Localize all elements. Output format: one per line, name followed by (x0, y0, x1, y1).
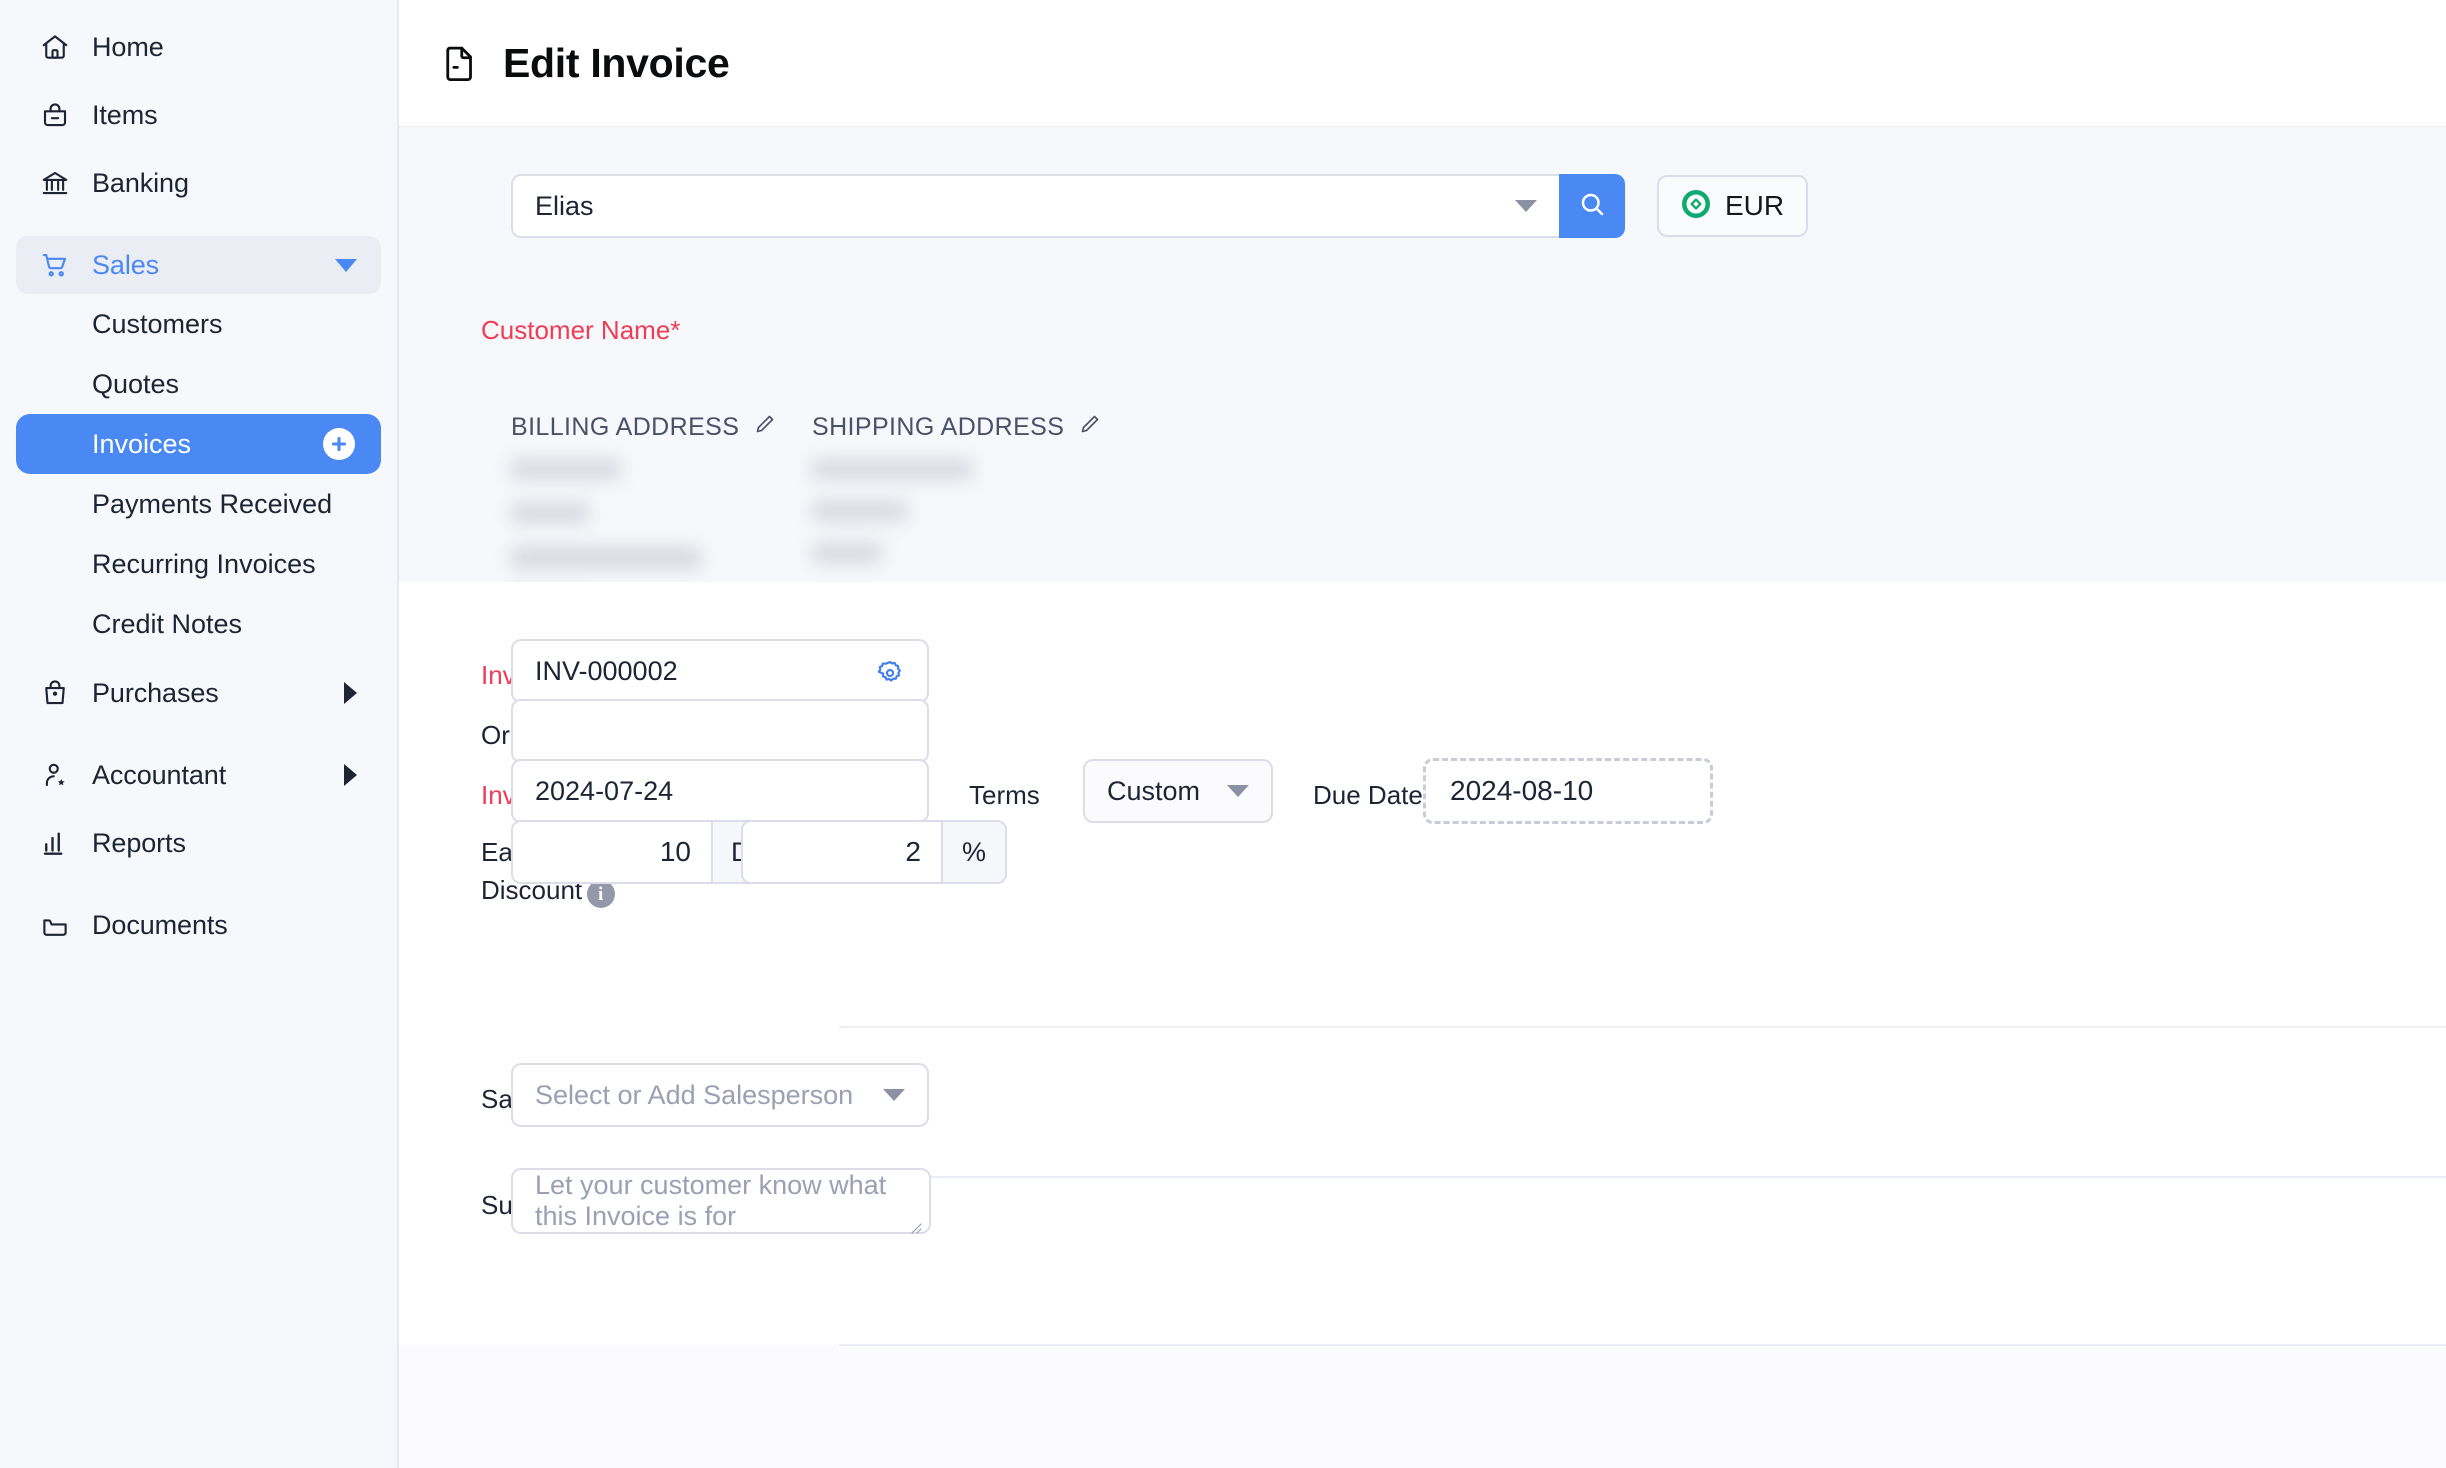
early-payment-percent-input[interactable]: 2 (743, 822, 941, 882)
early-payment-percent-value: 2 (905, 836, 921, 867)
sidebar-item-label: Quotes (92, 368, 180, 399)
chevron-right-icon[interactable] (344, 764, 357, 786)
early-payment-days-value: 10 (659, 836, 691, 867)
due-date-label: Due Date (1313, 780, 1423, 810)
sidebar-group-accountant[interactable]: Accountant (16, 746, 381, 804)
customer-name-label: Customer Name* (481, 315, 681, 345)
currency-icon (1681, 189, 1711, 224)
sidebar-item-quotes[interactable]: Quotes (16, 354, 381, 414)
currency-badge[interactable]: EUR (1657, 175, 1809, 237)
order-number-input[interactable] (511, 699, 929, 763)
customer-panel: Customer Name* Elias EUR BILLING ADDRESS… (399, 126, 2446, 613)
shipping-address-block: SHIPPING ADDRESS (812, 412, 1102, 563)
sidebar-item-label: Reports (92, 827, 186, 858)
sidebar: Home Items Banking Sales Customers Quote… (0, 0, 399, 1468)
sidebar-item-payments-received[interactable]: Payments Received (16, 474, 381, 534)
sidebar-group-purchases[interactable]: Purchases (16, 664, 381, 722)
app-root: Home Items Banking Sales Customers Quote… (0, 0, 2446, 1468)
reports-icon (38, 826, 72, 860)
info-icon[interactable]: i (586, 880, 615, 909)
sidebar-item-documents[interactable]: Documents (16, 896, 381, 954)
documents-icon (38, 908, 72, 942)
purchases-icon (38, 676, 72, 710)
subject-placeholder: Let your customer know what this Invoice… (535, 1170, 887, 1231)
sidebar-item-banking[interactable]: Banking (16, 154, 381, 212)
chevron-down-icon[interactable] (335, 258, 357, 272)
early-payment-percent-suffix: % (941, 822, 1005, 882)
page-header: Edit Invoice (399, 0, 2446, 126)
sidebar-item-label: Invoices (92, 428, 192, 459)
section-divider (839, 1026, 2446, 1028)
sidebar-group-label: Sales (92, 249, 160, 280)
invoice-details-panel: Invoice#* INV-000002 Order Number (399, 582, 2446, 1468)
customer-name-value: Elias (535, 190, 594, 221)
terms-label: Terms (969, 780, 1040, 810)
invoice-number-input[interactable]: INV-000002 (511, 639, 929, 703)
sidebar-item-label: Credit Notes (92, 608, 243, 639)
gear-icon[interactable] (875, 658, 905, 695)
sidebar-item-credit-notes[interactable]: Credit Notes (16, 594, 381, 654)
sidebar-item-label: Documents (92, 909, 228, 940)
terms-select[interactable]: Custom (1083, 759, 1273, 823)
customer-name-input[interactable]: Elias (511, 174, 1559, 238)
accountant-icon (38, 758, 72, 792)
chevron-down-icon[interactable] (1515, 200, 1537, 212)
invoice-number-value: INV-000002 (535, 655, 678, 686)
customer-name-row: Elias EUR (511, 174, 1809, 238)
shipping-address-header: SHIPPING ADDRESS (812, 412, 1102, 443)
section-divider (839, 1176, 2446, 1178)
currency-code: EUR (1725, 190, 1785, 221)
invoice-date-input[interactable]: 2024-07-24 (511, 759, 929, 823)
subject-textarea[interactable]: Let your customer know what this Invoice… (511, 1168, 931, 1234)
due-date-input[interactable]: 2024-08-10 (1423, 758, 1713, 824)
sidebar-item-invoices[interactable]: Invoices (16, 414, 381, 474)
chevron-right-icon[interactable] (344, 682, 357, 704)
sidebar-item-reports[interactable]: Reports (16, 814, 381, 872)
sidebar-item-label: Banking (92, 167, 189, 198)
bottom-strip (399, 1346, 2446, 1468)
sidebar-item-label: Payments Received (92, 488, 333, 519)
page-title: Edit Invoice (503, 39, 730, 86)
sidebar-item-items[interactable]: Items (16, 86, 381, 144)
invoice-date-value: 2024-07-24 (535, 775, 674, 806)
chevron-down-icon[interactable] (1227, 785, 1249, 797)
items-icon (38, 98, 72, 132)
sidebar-item-label: Customers (92, 308, 223, 339)
resize-handle-icon[interactable] (906, 1210, 922, 1234)
sidebar-item-label: Home (92, 31, 164, 62)
pencil-icon[interactable] (753, 412, 777, 443)
customer-search-button[interactable] (1559, 174, 1625, 238)
main-content: Edit Invoice Customer Name* Elias EUR BI… (399, 0, 2446, 1468)
terms-value: Custom (1107, 775, 1201, 806)
sidebar-item-customers[interactable]: Customers (16, 294, 381, 354)
billing-address-label: BILLING ADDRESS (511, 413, 740, 441)
document-icon (439, 42, 481, 84)
pencil-icon[interactable] (1078, 412, 1102, 443)
sidebar-item-recurring-invoices[interactable]: Recurring Invoices (16, 534, 381, 594)
sidebar-group-sales[interactable]: Sales (16, 236, 381, 294)
bank-icon (38, 166, 72, 200)
sidebar-group-label: Accountant (92, 759, 227, 790)
billing-address-header: BILLING ADDRESS (511, 412, 777, 443)
cart-icon (38, 248, 72, 282)
shipping-address-label: SHIPPING ADDRESS (812, 413, 1065, 441)
due-date-value: 2024-08-10 (1450, 775, 1594, 806)
early-payment-days-input[interactable]: 10 (513, 822, 711, 882)
home-icon (38, 30, 72, 64)
sidebar-item-label: Recurring Invoices (92, 548, 316, 579)
early-payment-percent-group: 2 % (741, 820, 1007, 884)
chevron-down-icon[interactable] (883, 1089, 905, 1101)
plus-icon[interactable] (323, 428, 355, 460)
sidebar-item-label: Items (92, 99, 158, 130)
salesperson-placeholder: Select or Add Salesperson (535, 1079, 854, 1110)
sidebar-group-label: Purchases (92, 677, 219, 708)
sidebar-item-home[interactable]: Home (16, 18, 381, 76)
salesperson-select[interactable]: Select or Add Salesperson (511, 1063, 929, 1127)
search-icon (1577, 189, 1607, 224)
shipping-address-redacted (812, 459, 1102, 563)
